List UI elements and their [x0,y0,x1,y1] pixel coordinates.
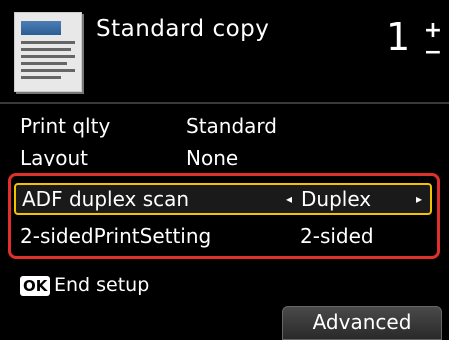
page-title: Standard copy [96,16,270,42]
setting-row-print-quality[interactable]: Print qlty Standard [20,114,440,144]
end-setup-label: End setup [54,274,150,296]
setting-row-layout[interactable]: Layout None [20,146,440,166]
minus-icon[interactable]: − [420,42,446,64]
copies-stepper[interactable]: + − [420,20,446,66]
setting-row-2-sided-print[interactable]: 2-sidedPrintSetting 2-sided [20,224,440,254]
plus-icon[interactable]: + [420,20,446,42]
setting-label: 2-sidedPrintSetting [20,224,212,248]
setting-value: Duplex [301,187,372,211]
advanced-button[interactable]: Advanced [282,306,442,340]
setting-label: Print qlty [20,114,111,138]
document-thumbnail-icon [14,12,82,92]
setting-value: Standard [186,114,277,138]
arrow-right-icon[interactable]: ▸ [416,192,422,206]
copies-count: 1 [386,15,411,59]
setting-value: None [186,146,239,166]
arrow-left-icon[interactable]: ◂ [286,192,292,206]
setting-label: Layout [20,146,88,166]
header-divider [0,102,449,104]
setting-value: 2-sided [300,224,374,248]
ok-button-icon: OK [20,276,51,296]
setting-row-adf-duplex-scan[interactable]: ADF duplex scan ◂ Duplex ▸ [14,183,432,215]
setting-label: ADF duplex scan [22,187,190,211]
copy-settings-screen: Standard copy 1 + − Print qlty Standard … [0,0,449,340]
